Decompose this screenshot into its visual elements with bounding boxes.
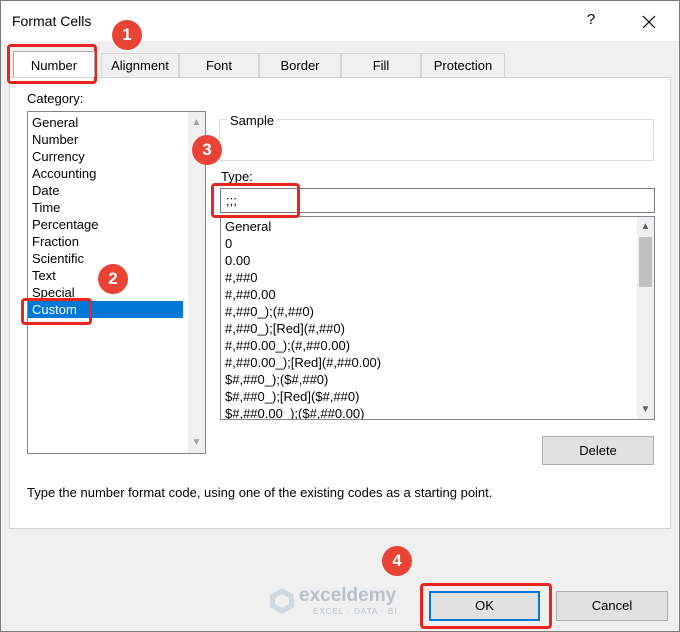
scroll-up-icon[interactable]: ▲ [188,114,205,131]
ok-button[interactable]: OK [429,591,540,621]
cancel-button[interactable]: Cancel [556,591,668,621]
tab-border[interactable]: Border [259,53,341,77]
tab-protection[interactable]: Protection [421,53,505,77]
format-code-item[interactable]: 0 [221,235,232,252]
format-code-list[interactable]: General 0 0.00 #,##0 #,##0.00 #,##0_);(#… [220,216,655,420]
scroll-down-icon[interactable]: ▼ [188,434,205,451]
hint-text: Type the number format code, using one o… [27,485,493,500]
format-code-item[interactable]: #,##0.00_);[Red](#,##0.00) [221,354,381,371]
step-badge-4: 4 [382,546,412,576]
category-item-general[interactable]: General [28,114,183,131]
format-code-item[interactable]: #,##0_);(#,##0) [221,303,314,320]
watermark-name: exceldemy [299,585,397,606]
format-code-item[interactable]: General [221,218,271,235]
category-item-currency[interactable]: Currency [28,148,183,165]
step-badge-3: 3 [192,135,222,165]
exceldemy-logo-icon [270,588,294,614]
scroll-thumb[interactable] [639,237,652,287]
category-item-accounting[interactable]: Accounting [28,165,183,182]
category-item-fraction[interactable]: Fraction [28,233,183,250]
step-badge-2: 2 [98,264,128,294]
tab-font[interactable]: Font [179,53,259,77]
sample-group [219,119,654,161]
exceldemy-watermark: exceldemy EXCEL · DATA · BI [269,585,419,619]
category-item-number[interactable]: Number [28,131,183,148]
format-code-item[interactable]: #,##0.00_);(#,##0.00) [221,337,350,354]
help-button[interactable]: ? [581,11,601,33]
format-code-scrollbar[interactable]: ▲ ▼ [637,217,654,419]
watermark-tagline: EXCEL · DATA · BI [313,607,398,616]
format-code-item[interactable]: $#,##0_);[Red]($#,##0) [221,388,359,405]
scroll-up-icon[interactable]: ▲ [637,218,654,235]
close-button[interactable] [637,9,661,35]
type-input[interactable] [220,188,655,213]
format-code-item[interactable]: $#,##0_);($#,##0) [221,371,328,388]
tab-strip: Number Alignment Font Border Fill Protec… [9,51,669,77]
sample-label: Sample [227,113,278,128]
format-code-item[interactable]: $#,##0.00_);($#,##0.00) [221,405,365,419]
category-item-scientific[interactable]: Scientific [28,250,183,267]
format-code-item[interactable]: #,##0_);[Red](#,##0) [221,320,345,337]
format-code-item[interactable]: 0.00 [221,252,250,269]
format-code-item[interactable]: #,##0 [221,269,258,286]
category-label: Category: [27,91,84,106]
tab-fill[interactable]: Fill [341,53,421,77]
format-code-item[interactable]: #,##0.00 [221,286,276,303]
tab-alignment[interactable]: Alignment [101,53,179,77]
category-item-date[interactable]: Date [28,182,183,199]
category-item-time[interactable]: Time [28,199,183,216]
tab-number[interactable]: Number [13,51,95,77]
category-item-percentage[interactable]: Percentage [28,216,183,233]
format-cells-dialog: Format Cells ? Number Alignment Font Bor… [0,0,680,632]
delete-button[interactable]: Delete [542,436,654,465]
step-badge-1: 1 [112,20,142,50]
category-item-custom[interactable]: Custom [28,301,183,318]
type-label: Type: [221,169,253,184]
close-icon [642,15,656,29]
title-bar: Format Cells ? [1,1,679,41]
scroll-down-icon[interactable]: ▼ [637,401,654,418]
dialog-title: Format Cells [12,13,92,29]
